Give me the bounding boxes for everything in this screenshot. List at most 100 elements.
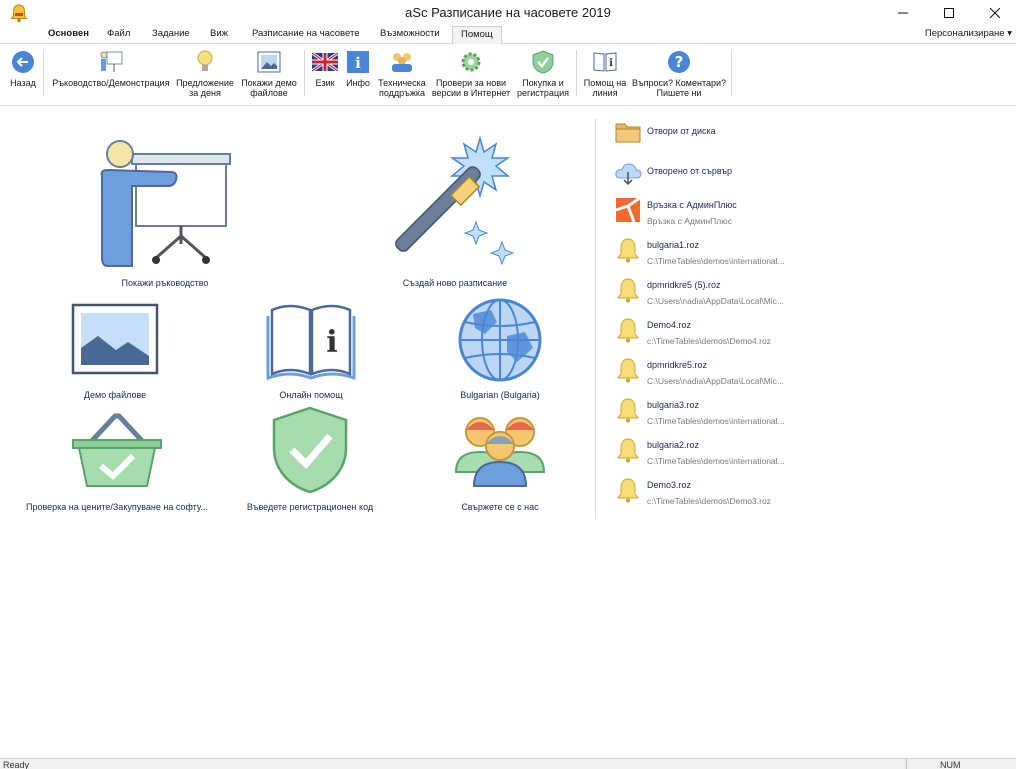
gear-update-icon (461, 52, 481, 72)
ribbon-separator (576, 50, 577, 96)
language-button[interactable]: Език (311, 49, 339, 88)
maximize-icon (944, 8, 954, 18)
picture-large-icon (71, 303, 159, 375)
folder-icon (615, 123, 641, 143)
guide-demo-button[interactable]: Ръководство/Демонстрация (50, 49, 172, 88)
recent-subtitle: C:\TimeTables\demos\international... (647, 256, 785, 266)
check-updates-label: Провери за нови версии в Интернет (431, 78, 511, 98)
lightbulb-icon (197, 50, 213, 71)
info-label: Инфо (346, 78, 370, 88)
contact-people-icon (454, 417, 546, 487)
tile-new-timetable[interactable]: Създай ново разписание (380, 134, 530, 292)
tile-demo-files[interactable]: Демо файлове (60, 302, 170, 404)
recent-title: dpmridkre5 (5).roz (647, 280, 721, 290)
close-icon (990, 8, 1000, 18)
purchase-register-button[interactable]: Покупка и регистрация (514, 49, 572, 98)
tab-task[interactable]: Задание (152, 28, 190, 39)
tech-support-label: Техническа поддръжка (378, 78, 426, 98)
maximize-button[interactable] (926, 0, 972, 26)
uk-flag-icon (312, 53, 338, 71)
customize-menu[interactable]: Персонализиране ▾ (925, 28, 1012, 39)
language-label: Език (315, 78, 335, 88)
online-help-button[interactable]: i Помощ на линия (582, 49, 628, 98)
purchase-register-label: Покупка и регистрация (516, 78, 569, 98)
info-button[interactable]: i Инфо (345, 49, 371, 88)
recent-file-item[interactable]: Demo4.roz c:\TimeTables\demos\Demo4.roz (614, 316, 814, 352)
tile-registration[interactable]: Въведете регистрационен код (240, 406, 380, 516)
tab-view[interactable]: Виж (210, 28, 228, 39)
bell-icon (617, 438, 639, 463)
tab-main[interactable]: Основен (48, 28, 89, 39)
recent-title: Връзка с АдминПлюс (647, 200, 737, 210)
tile-language[interactable]: Bulgarian (Bulgaria) (440, 296, 560, 404)
adminplus-item[interactable]: Връзка с АдминПлюс Връзка с АдминПлюс (614, 196, 814, 232)
close-button[interactable] (972, 0, 1016, 26)
window-title: aSc Разписание на часовете 2019 (405, 5, 611, 20)
tile-show-guide-label: Покажи ръководство (121, 278, 209, 288)
shield-check-large-icon (272, 406, 348, 494)
tile-contact[interactable]: Свържете се с нас (440, 412, 560, 516)
book-info-icon: i (593, 52, 617, 72)
svg-text:i: i (326, 325, 337, 360)
presentation-icon (100, 51, 123, 72)
recent-title: Demo4.roz (647, 320, 692, 330)
recent-title: Demo3.roz (647, 480, 692, 490)
questions-comments-button[interactable]: ? Въпроси? Коментари? Пишете ни (630, 49, 728, 98)
tip-of-day-button[interactable]: Предложение за деня (174, 49, 236, 98)
recent-title: bulgaria2.roz (647, 440, 700, 450)
num-lock-indicator: NUM (940, 760, 961, 769)
svg-text:?: ? (675, 53, 684, 71)
book-large-icon: i (266, 304, 356, 380)
tab-file[interactable]: Файл (107, 28, 130, 39)
back-button[interactable]: Назад (9, 49, 37, 88)
tile-contact-label: Свържете се с нас (461, 502, 539, 512)
recent-file-item[interactable]: dpmridkre5.roz C:\Users\nadia\AppData\Lo… (614, 356, 814, 392)
tile-online-help[interactable]: i Онлайн помощ (256, 300, 366, 404)
tab-help[interactable]: Помощ (452, 26, 502, 44)
tip-of-day-label: Предложение за деня (176, 78, 234, 98)
status-text: Ready (3, 760, 30, 769)
recent-file-item[interactable]: Demo3.roz c:\TimeTables\demos\Demo3.roz (614, 476, 814, 512)
presentation-large-icon (100, 140, 231, 267)
open-from-server-item[interactable]: Отворено от сървър (614, 158, 814, 194)
status-separator (906, 759, 907, 769)
svg-text:i: i (355, 54, 361, 72)
show-demo-files-button[interactable]: Покажи демо файлове (238, 49, 300, 98)
tile-pricing-label: Проверка на цените/Закупуване на софту..… (26, 502, 208, 512)
magic-wand-icon (395, 135, 515, 266)
recent-file-item[interactable]: bulgaria3.roz C:\TimeTables\demos\intern… (614, 396, 814, 432)
cloud-icon (615, 163, 642, 186)
tab-timetable[interactable]: Разписание на часовете (252, 28, 360, 39)
recent-title: Отворено от сървър (647, 166, 732, 176)
recent-file-item[interactable]: bulgaria1.roz C:\TimeTables\demos\intern… (614, 236, 814, 272)
tile-registration-label: Въведете регистрационен код (246, 502, 374, 512)
ribbon-separator (731, 50, 732, 96)
minimize-icon (898, 12, 908, 14)
recent-subtitle: c:\TimeTables\demos\Demo3.roz (647, 496, 771, 506)
tile-online-help-label: Онлайн помощ (279, 390, 343, 400)
recent-title: Отвори от диска (647, 126, 716, 136)
minimize-button[interactable] (880, 0, 926, 26)
open-from-disk-item[interactable]: Отвори от диска (614, 118, 814, 154)
recent-file-item[interactable]: dpmridkre5 (5).roz C:\Users\nadia\AppDat… (614, 276, 814, 312)
title-bar: aSc Разписание на часовете 2019 (0, 0, 1016, 26)
tile-show-guide[interactable]: Покажи ръководство (90, 132, 240, 292)
recent-subtitle: C:\Users\nadia\AppData\Local\Mic... (647, 296, 785, 306)
questions-comments-label: Въпроси? Коментари? Пишете ни (631, 78, 727, 98)
tile-pricing[interactable]: Проверка на цените/Закупуване на софту..… (22, 408, 212, 516)
tile-demo-files-label: Демо файлове (83, 390, 147, 400)
globe-icon (458, 298, 542, 382)
bell-icon (617, 358, 639, 383)
info-icon: i (347, 51, 369, 73)
ribbon-toolbar: Назад Ръководство/Демонстрация Предложен… (0, 44, 1016, 106)
picture-icon (257, 51, 281, 73)
recent-title: bulgaria1.roz (647, 240, 700, 250)
check-updates-button[interactable]: Провери за нови версии в Интернет (430, 49, 512, 98)
recent-file-item[interactable]: bulgaria2.roz C:\TimeTables\demos\intern… (614, 436, 814, 472)
tab-options[interactable]: Възможности (380, 28, 440, 39)
online-help-label: Помощ на линия (583, 78, 627, 98)
tile-new-timetable-label: Създай ново разписание (402, 278, 508, 288)
tech-support-button[interactable]: Техническа поддръжка (376, 49, 428, 98)
svg-text:i: i (609, 58, 613, 69)
recent-title: dpmridkre5.roz (647, 360, 708, 370)
